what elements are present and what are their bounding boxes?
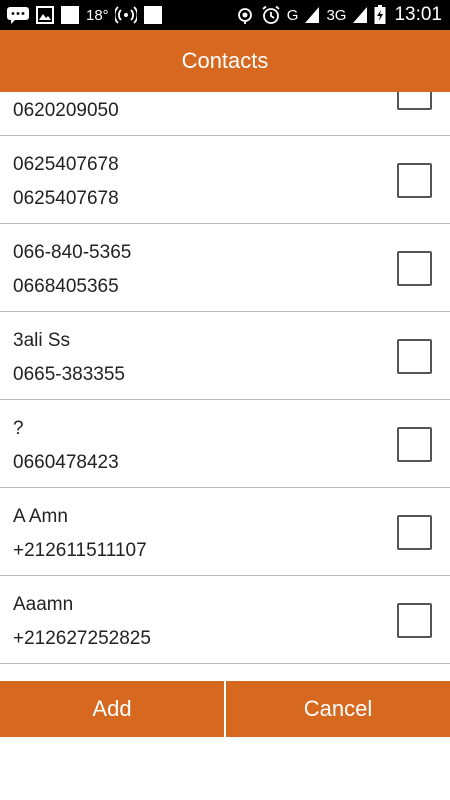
contact-row[interactable]: 0625407678 0625407678 bbox=[0, 136, 450, 224]
white-square-icon bbox=[60, 5, 80, 25]
contact-row[interactable]: 066-840-5365 0668405365 bbox=[0, 224, 450, 312]
contact-number: 0625407678 bbox=[13, 188, 119, 209]
contact-checkbox[interactable] bbox=[397, 92, 432, 110]
network-type-text: G bbox=[286, 6, 299, 24]
contact-name: Aaamn bbox=[13, 594, 74, 615]
contact-checkbox[interactable] bbox=[397, 163, 432, 198]
network-type-text: 3G bbox=[326, 6, 347, 24]
contact-number: +212611511107 bbox=[13, 540, 147, 561]
status-bar-right: G 3G 13:01 bbox=[235, 0, 442, 30]
status-bar: 18° G 3G 13:01 bbox=[0, 0, 450, 30]
contact-number: 0620209050 bbox=[13, 100, 119, 121]
contact-name: 0625407678 bbox=[13, 154, 119, 175]
contact-checkbox[interactable] bbox=[397, 251, 432, 286]
contact-row[interactable]: ? 0660478423 bbox=[0, 400, 450, 488]
page-title: Contacts bbox=[181, 48, 269, 73]
contact-row[interactable]: A Amn +212611511107 bbox=[0, 488, 450, 576]
contacts-list-content: 0620209050 0620209050 0625407678 0625407… bbox=[0, 92, 450, 664]
add-button[interactable]: Add bbox=[0, 681, 224, 737]
contact-row[interactable]: 3ali Ss 0665-383355 bbox=[0, 312, 450, 400]
alarm-icon bbox=[261, 5, 281, 25]
white-square-icon bbox=[143, 5, 163, 25]
chat-icon bbox=[6, 5, 30, 25]
location-icon bbox=[235, 5, 255, 25]
contact-name: A Amn bbox=[13, 506, 68, 527]
signal-icon bbox=[352, 6, 368, 24]
cancel-button[interactable]: Cancel bbox=[226, 681, 450, 737]
contact-number: 0665-383355 bbox=[13, 364, 125, 385]
contact-name: 3ali Ss bbox=[13, 330, 71, 351]
contact-checkbox[interactable] bbox=[397, 339, 432, 374]
contact-name: 066-840-5365 bbox=[13, 242, 132, 263]
signal-icon bbox=[304, 6, 320, 24]
contact-number: +212627252825 bbox=[13, 628, 151, 649]
contact-row[interactable]: 0620209050 0620209050 bbox=[0, 92, 450, 136]
contact-checkbox[interactable] bbox=[397, 427, 432, 462]
contact-checkbox[interactable] bbox=[397, 515, 432, 550]
wifi-hotspot-icon bbox=[114, 6, 137, 24]
status-bar-left: 18° bbox=[6, 0, 163, 30]
image-icon bbox=[36, 6, 54, 24]
app-header: Contacts bbox=[0, 30, 450, 92]
contact-name: ? bbox=[13, 418, 24, 439]
action-bar: Add Cancel bbox=[0, 681, 450, 737]
contact-checkbox[interactable] bbox=[397, 603, 432, 638]
contact-row[interactable]: Aaamn +212627252825 bbox=[0, 576, 450, 664]
contact-number: 0660478423 bbox=[13, 452, 119, 473]
clock-time: 13:01 bbox=[394, 4, 442, 25]
contact-number: 0668405365 bbox=[13, 276, 119, 297]
contacts-list[interactable]: 0620209050 0620209050 0625407678 0625407… bbox=[0, 92, 450, 665]
temperature-text: 18° bbox=[86, 6, 109, 24]
battery-charging-icon bbox=[374, 5, 386, 25]
